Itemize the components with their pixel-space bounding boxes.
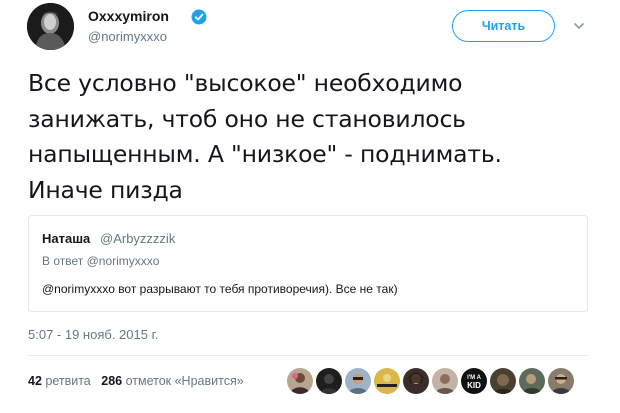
quoted-tweet-card[interactable]: Наташа @Arbyzzzzik В ответ @norimyxxxo @…	[28, 215, 588, 312]
tweet-stats: 42 ретвита 286 отметок «Нравится»	[28, 374, 251, 388]
likes-stat[interactable]: 286 отметок «Нравится»	[101, 374, 250, 388]
author-avatar[interactable]	[27, 3, 74, 50]
likes-label: отметок «Нравится»	[125, 374, 244, 388]
tweet-text: Все условно "высокое" необходимо занижат…	[28, 69, 502, 204]
liker-avatar[interactable]	[519, 368, 545, 394]
follow-button[interactable]: Читать	[452, 10, 555, 42]
author-avatar-image	[27, 3, 74, 50]
reply-to-handle[interactable]: @norimyxxxo	[87, 254, 160, 268]
liker-avatar[interactable]	[287, 368, 313, 394]
liker-avatar[interactable]	[548, 368, 574, 394]
quoted-tweet-text: @norimyxxxo вот разрывают то тебя против…	[42, 282, 398, 296]
liker-avatar[interactable]	[490, 368, 516, 394]
retweets-stat[interactable]: 42 ретвита	[28, 374, 101, 388]
liker-avatar[interactable]	[374, 368, 400, 394]
liker-avatar[interactable]	[316, 368, 342, 394]
tweet-timestamp[interactable]: 5:07 - 19 нояб. 2015 г.	[28, 327, 158, 342]
chevron-down-icon[interactable]	[572, 20, 586, 32]
divider-top	[28, 355, 588, 356]
author-name[interactable]: Oxxxymiron	[88, 8, 169, 24]
liker-avatar[interactable]	[432, 368, 458, 394]
likes-count: 286	[101, 374, 123, 388]
quoted-author-handle: @Arbyzzzzik	[100, 231, 176, 246]
reply-prefix: В ответ	[42, 254, 84, 268]
liker-avatar[interactable]: I'M A KID	[461, 368, 487, 394]
quoted-reply-context: В ответ @norimyxxxo	[42, 254, 159, 268]
retweets-label: ретвита	[45, 374, 91, 388]
svg-text:KID: KID	[467, 381, 481, 390]
quoted-author-name: Наташа	[42, 231, 91, 246]
author-handle[interactable]: @norimyxxxo	[88, 29, 167, 44]
verified-badge-icon	[191, 9, 207, 25]
retweets-count: 42	[28, 374, 42, 388]
liker-avatar[interactable]	[403, 368, 429, 394]
liker-avatar[interactable]	[345, 368, 371, 394]
